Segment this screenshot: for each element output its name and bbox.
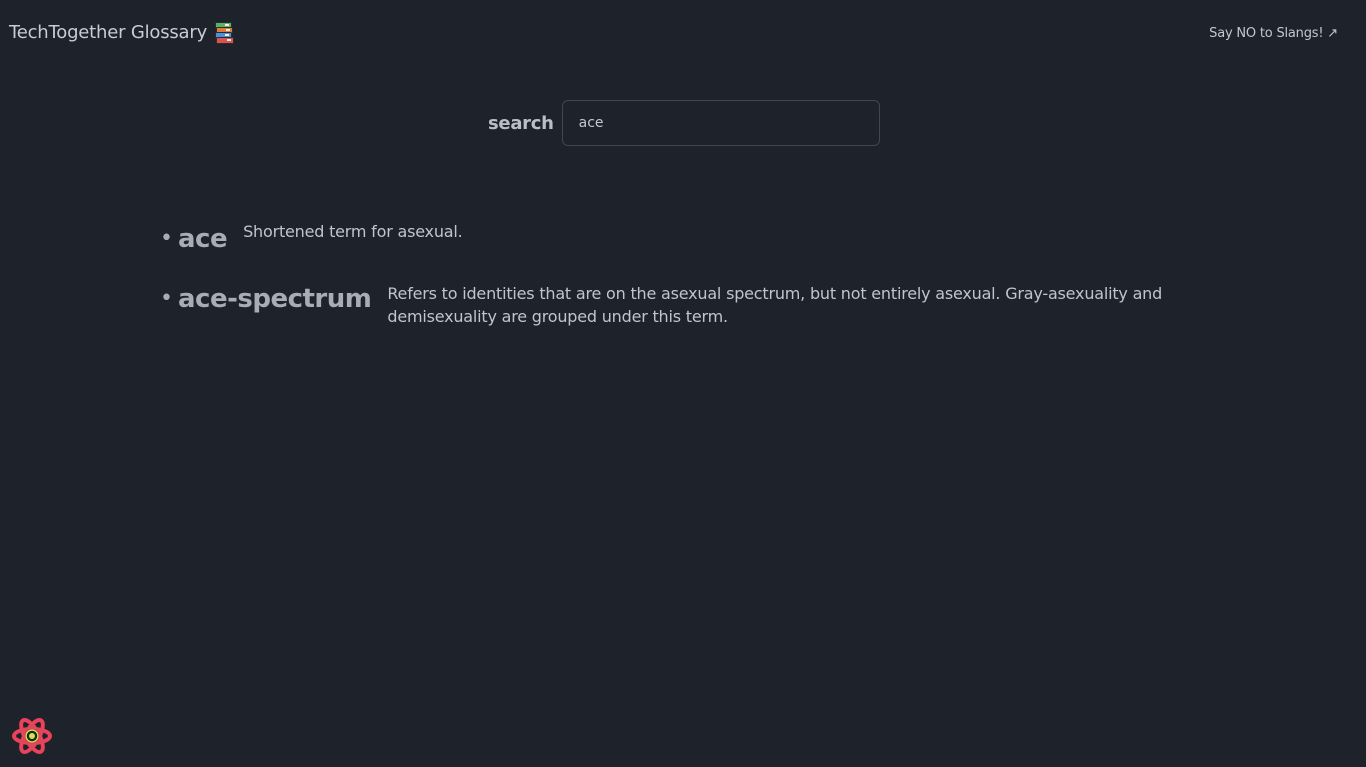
search-row: search <box>488 100 880 146</box>
say-no-to-slangs-link[interactable]: Say NO to Slangs! ↗ <box>1209 26 1338 41</box>
definition-ace: Shortened term for asexual. <box>243 222 463 241</box>
site-title-text: TechTogether Glossary <box>9 22 208 43</box>
bullet: • <box>160 226 173 251</box>
bullet: • <box>160 286 173 311</box>
list-item-ace-spectrum: • ace-spectrum Refers to identities that… <box>160 280 1190 328</box>
page: TechTogether Glossary Say NO to Slangs! … <box>0 0 1366 767</box>
site-title[interactable]: TechTogether Glossary <box>9 22 235 44</box>
definition-ace-spectrum: Refers to identities that are on the ase… <box>387 284 1163 326</box>
list-item-ace: • ace Shortened term for asexual. <box>160 220 1190 258</box>
results-list: • ace Shortened term for asexual. • ace-… <box>160 220 1190 350</box>
term-ace-spectrum: ace-spectrum <box>177 284 372 314</box>
react-logo-icon[interactable] <box>12 716 52 756</box>
books-icon <box>214 22 235 44</box>
term-ace: ace <box>177 224 228 254</box>
search-input[interactable] <box>561 100 880 146</box>
search-label: search <box>488 112 554 134</box>
